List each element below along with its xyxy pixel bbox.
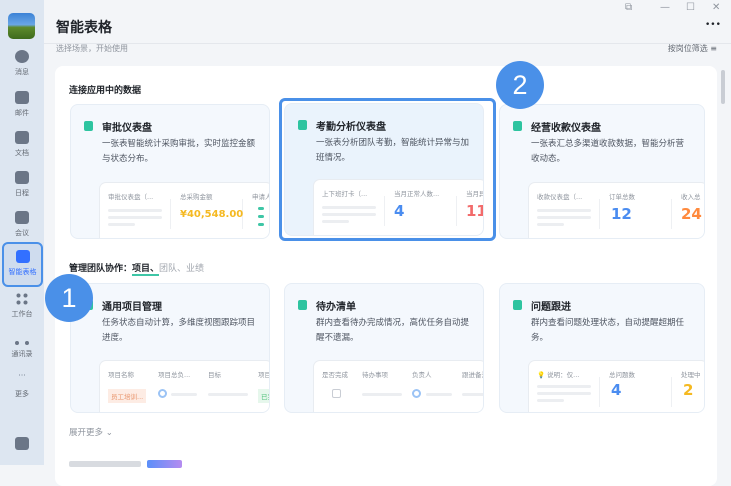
maximize-button[interactable]: ☐	[686, 2, 695, 13]
page-title: 智能表格	[56, 20, 112, 36]
avatar[interactable]	[8, 13, 35, 39]
sidebar-item-mail[interactable]: 邮件	[0, 91, 44, 118]
highlight-box-attendance	[279, 98, 496, 241]
minimize-button[interactable]: —	[660, 2, 670, 13]
apps-icon	[15, 437, 29, 450]
section-title-connect-data: 连接应用中的数据	[69, 86, 142, 96]
sheet-icon	[298, 300, 307, 310]
section-title-team-collab: 管理团队协作：项目、团队、业绩	[69, 264, 205, 276]
preview: 项目名称 项目总负... 目标 项目 员工培训... 已完	[99, 360, 269, 412]
avatar-icon	[158, 389, 167, 398]
sidebar-item-contacts[interactable]: 通讯录	[0, 332, 44, 359]
status-tag: 员工培训...	[108, 389, 147, 403]
header-divider	[44, 43, 731, 44]
preview: 是否完成 待办事项 负责人 跟进备注	[313, 360, 483, 412]
tab-project[interactable]: 项目、	[132, 264, 160, 276]
tab-performance[interactable]: 业绩	[186, 264, 204, 274]
doc-icon	[15, 131, 29, 144]
pin-window-button[interactable]: ⧉	[625, 2, 632, 13]
mail-icon	[15, 91, 29, 104]
checkbox[interactable]	[332, 389, 341, 398]
filter-by-role-button[interactable]: 按岗位筛选 ≡	[668, 43, 717, 54]
sidebar-item-apps[interactable]	[0, 437, 44, 450]
card-issue-tracking[interactable]: 问题跟进 群内查看问题处理状态，自动提醒超期任务。 💡 说明：仅... 总问题数…	[499, 283, 705, 413]
card-revenue-dashboard[interactable]: 经营收款仪表盘 一张表汇总多渠道收款数据，智能分析营收动态。 收款仪表盘（...…	[499, 104, 705, 239]
sidebar: 消息 邮件 文档 日程 会议 智能表格 工作台 通讯录 ··· 更多	[0, 0, 44, 465]
sidebar-item-docs[interactable]: 文档	[0, 131, 44, 158]
card-project-management[interactable]: 通用项目管理 任务状态自动计算，多维度视图跟踪项目进度。 项目名称 项目总负..…	[70, 283, 270, 413]
scrollbar[interactable]	[721, 70, 725, 104]
sheet-icon	[513, 121, 522, 131]
avatar-icon	[412, 389, 421, 398]
sidebar-item-messages[interactable]: 消息	[0, 50, 44, 77]
next-section-title	[69, 461, 141, 467]
tab-team[interactable]: 团队、	[159, 264, 186, 274]
card-approval-dashboard[interactable]: 审批仪表盘 一张表智能统计采购审批，实时监控金额与状态分布。 审批仪表盘（...…	[70, 104, 270, 239]
sidebar-item-workplace[interactable]: 工作台	[0, 292, 44, 319]
preview: 💡 说明：仅... 总问题数 处理中 4 2	[528, 360, 704, 412]
card-todo-list[interactable]: 待办清单 群内查看待办完成情况，高优任务自动提醒不遗漏。 是否完成 待办事项 负…	[284, 283, 484, 413]
sidebar-item-smart-sheet[interactable]: 智能表格	[2, 242, 43, 287]
sheet-icon	[84, 121, 93, 131]
more-options-button[interactable]: •••	[705, 20, 721, 30]
sidebar-item-calendar[interactable]: 日程	[0, 171, 44, 198]
grid-icon	[15, 292, 29, 305]
smart-sheet-icon	[15, 250, 30, 263]
page-subtitle: 选择场景，开始使用	[56, 44, 128, 53]
annotation-badge-1: 1	[45, 274, 93, 322]
sidebar-item-more[interactable]: ··· 更多	[0, 372, 44, 399]
sidebar-item-meeting[interactable]: 会议	[0, 211, 44, 238]
chat-icon	[15, 50, 29, 63]
preview: 收款仪表盘（... 订单总数 收入总 12 24	[528, 182, 704, 238]
expand-more-button[interactable]: 展开更多 ⌄	[69, 426, 113, 438]
sheet-icon	[513, 300, 522, 310]
close-button[interactable]: ✕	[712, 2, 720, 13]
new-badge	[147, 460, 182, 468]
filter-icon: ≡	[710, 44, 717, 53]
done-tag: 已完	[258, 389, 269, 403]
calendar-icon	[15, 171, 29, 184]
preview: 审批仪表盘（... 总采购金额 申请人 ¥40,548.00	[99, 182, 269, 238]
meeting-icon	[15, 211, 29, 224]
org-chart-icon	[15, 332, 29, 345]
annotation-badge-2: 2	[496, 61, 544, 109]
more-dots-icon: ···	[18, 371, 26, 380]
